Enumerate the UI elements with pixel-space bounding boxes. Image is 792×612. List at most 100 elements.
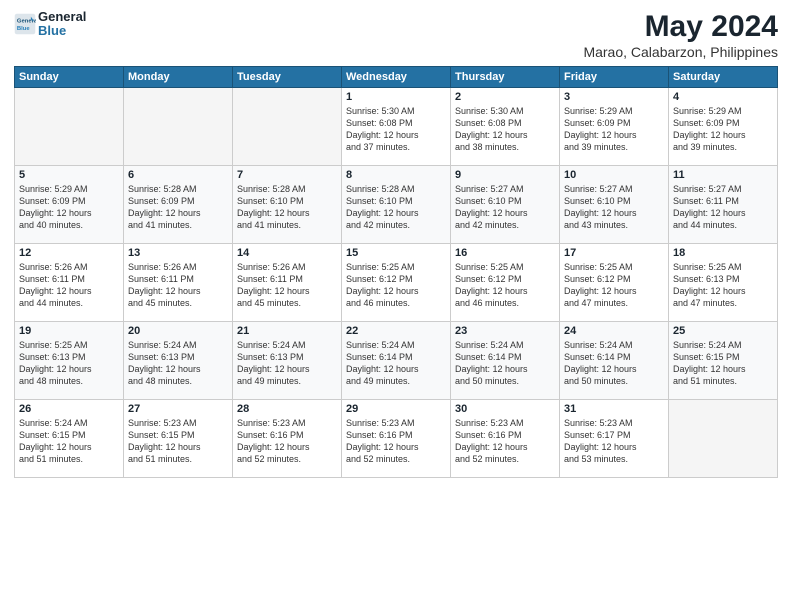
day-number: 16 — [455, 247, 555, 259]
calendar-cell: 6Sunrise: 5:28 AM Sunset: 6:09 PM Daylig… — [124, 166, 233, 244]
weekday-header: Tuesday — [233, 67, 342, 88]
day-number: 30 — [455, 403, 555, 415]
cell-details: Sunrise: 5:24 AM Sunset: 6:13 PM Dayligh… — [237, 339, 337, 388]
logo-wordmark: General Blue — [38, 10, 86, 39]
calendar-cell: 21Sunrise: 5:24 AM Sunset: 6:13 PM Dayli… — [233, 322, 342, 400]
cell-details: Sunrise: 5:28 AM Sunset: 6:09 PM Dayligh… — [128, 183, 228, 232]
calendar-cell: 3Sunrise: 5:29 AM Sunset: 6:09 PM Daylig… — [560, 88, 669, 166]
day-number: 7 — [237, 169, 337, 181]
cell-details: Sunrise: 5:28 AM Sunset: 6:10 PM Dayligh… — [346, 183, 446, 232]
day-number: 14 — [237, 247, 337, 259]
day-number: 19 — [19, 325, 119, 337]
calendar-header: SundayMondayTuesdayWednesdayThursdayFrid… — [15, 67, 778, 88]
calendar-cell: 22Sunrise: 5:24 AM Sunset: 6:14 PM Dayli… — [342, 322, 451, 400]
cell-details: Sunrise: 5:24 AM Sunset: 6:14 PM Dayligh… — [564, 339, 664, 388]
day-number: 23 — [455, 325, 555, 337]
day-number: 10 — [564, 169, 664, 181]
day-number: 13 — [128, 247, 228, 259]
cell-details: Sunrise: 5:23 AM Sunset: 6:16 PM Dayligh… — [237, 417, 337, 466]
day-number: 24 — [564, 325, 664, 337]
cell-details: Sunrise: 5:24 AM Sunset: 6:15 PM Dayligh… — [19, 417, 119, 466]
calendar-week-row: 1 Sunrise: 5:30 AM Sunset: 6:08 PM Daylig… — [15, 88, 778, 166]
logo-general: General — [38, 10, 86, 24]
cell-details: Sunrise: 5:28 AM Sunset: 6:10 PM Dayligh… — [237, 183, 337, 232]
weekday-header: Thursday — [451, 67, 560, 88]
day-number: 5 — [19, 169, 119, 181]
cell-details: Sunrise: 5:27 AM Sunset: 6:10 PM Dayligh… — [564, 183, 664, 232]
svg-text:General: General — [17, 19, 36, 25]
calendar-cell: 27 Sunrise: 5:23 AM Sunset: 6:15 PM Dayli… — [124, 400, 233, 478]
calendar-week-row: 26 Sunrise: 5:24 AM Sunset: 6:15 PM Dayli… — [15, 400, 778, 478]
cell-details: Sunrise: 5:25 AM Sunset: 6:12 PM Dayligh… — [455, 261, 555, 310]
calendar-cell — [233, 88, 342, 166]
weekday-header: Wednesday — [342, 67, 451, 88]
cell-details: Sunrise: 5:24 AM Sunset: 6:13 PM Dayligh… — [128, 339, 228, 388]
calendar-cell: 25 Sunrise: 5:24 AM Sunset: 6:15 PM Dayli… — [669, 322, 778, 400]
svg-text:Blue: Blue — [17, 26, 30, 32]
day-number: 8 — [346, 169, 446, 181]
calendar-cell: 16 Sunrise: 5:25 AM Sunset: 6:12 PM Dayli… — [451, 244, 560, 322]
calendar-cell: 14Sunrise: 5:26 AM Sunset: 6:11 PM Dayli… — [233, 244, 342, 322]
header: General Blue General Blue May 2024 Marao… — [14, 10, 778, 60]
day-number: 26 — [19, 403, 119, 415]
calendar-cell: 28 Sunrise: 5:23 AM Sunset: 6:16 PM Dayli… — [233, 400, 342, 478]
calendar-cell: 5 Sunrise: 5:29 AM Sunset: 6:09 PM Daylig… — [15, 166, 124, 244]
calendar-cell: 9Sunrise: 5:27 AM Sunset: 6:10 PM Daylig… — [451, 166, 560, 244]
cell-details: Sunrise: 5:24 AM Sunset: 6:15 PM Dayligh… — [673, 339, 773, 388]
logo-icon: General Blue — [14, 13, 36, 35]
weekday-header: Sunday — [15, 67, 124, 88]
logo-blue: Blue — [38, 24, 86, 38]
header-row: SundayMondayTuesdayWednesdayThursdayFrid… — [15, 67, 778, 88]
calendar-cell: 10 Sunrise: 5:27 AM Sunset: 6:10 PM Dayli… — [560, 166, 669, 244]
day-number: 12 — [19, 247, 119, 259]
cell-details: Sunrise: 5:25 AM Sunset: 6:13 PM Dayligh… — [673, 261, 773, 310]
weekday-header: Saturday — [669, 67, 778, 88]
calendar-cell: 20 Sunrise: 5:24 AM Sunset: 6:13 PM Dayli… — [124, 322, 233, 400]
weekday-header: Monday — [124, 67, 233, 88]
cell-details: Sunrise: 5:25 AM Sunset: 6:12 PM Dayligh… — [346, 261, 446, 310]
calendar-week-row: 12Sunrise: 5:26 AM Sunset: 6:11 PM Dayli… — [15, 244, 778, 322]
calendar-cell: 1Sunrise: 5:30 AM Sunset: 6:08 PM Daylig… — [342, 88, 451, 166]
day-number: 4 — [673, 91, 773, 103]
cell-details: Sunrise: 5:27 AM Sunset: 6:10 PM Dayligh… — [455, 183, 555, 232]
cell-details: Sunrise: 5:29 AM Sunset: 6:09 PM Dayligh… — [673, 105, 773, 154]
day-number: 25 — [673, 325, 773, 337]
calendar-week-row: 19 Sunrise: 5:25 AM Sunset: 6:13 PM Dayli… — [15, 322, 778, 400]
day-number: 3 — [564, 91, 664, 103]
cell-details: Sunrise: 5:25 AM Sunset: 6:12 PM Dayligh… — [564, 261, 664, 310]
calendar-cell — [15, 88, 124, 166]
day-number: 27 — [128, 403, 228, 415]
calendar-table: SundayMondayTuesdayWednesdayThursdayFrid… — [14, 66, 778, 478]
location: Marao, Calabarzon, Philippines — [583, 44, 778, 60]
day-number: 2 — [455, 91, 555, 103]
month-title: May 2024 — [583, 10, 778, 44]
calendar-cell: 23 Sunrise: 5:24 AM Sunset: 6:14 PM Dayli… — [451, 322, 560, 400]
calendar-cell — [669, 400, 778, 478]
day-number: 17 — [564, 247, 664, 259]
calendar-cell: 7 Sunrise: 5:28 AM Sunset: 6:10 PM Daylig… — [233, 166, 342, 244]
cell-details: Sunrise: 5:23 AM Sunset: 6:15 PM Dayligh… — [128, 417, 228, 466]
calendar-cell: 12Sunrise: 5:26 AM Sunset: 6:11 PM Dayli… — [15, 244, 124, 322]
calendar-body: 1 Sunrise: 5:30 AM Sunset: 6:08 PM Daylig… — [15, 88, 778, 478]
cell-details: Sunrise: 5:24 AM Sunset: 6:14 PM Dayligh… — [455, 339, 555, 388]
day-number: 18 — [673, 247, 773, 259]
calendar-cell: 11Sunrise: 5:27 AM Sunset: 6:11 PM Dayli… — [669, 166, 778, 244]
cell-details: Sunrise: 5:25 AM Sunset: 6:13 PM Dayligh… — [19, 339, 119, 388]
calendar-cell: 24 Sunrise: 5:24 AM Sunset: 6:14 PM Dayli… — [560, 322, 669, 400]
calendar-cell: 13Sunrise: 5:26 AM Sunset: 6:11 PM Dayli… — [124, 244, 233, 322]
day-number: 15 — [346, 247, 446, 259]
calendar-cell: 18 Sunrise: 5:25 AM Sunset: 6:13 PM Dayli… — [669, 244, 778, 322]
day-number: 11 — [673, 169, 773, 181]
title-area: May 2024 Marao, Calabarzon, Philippines — [583, 10, 778, 60]
calendar-week-row: 5 Sunrise: 5:29 AM Sunset: 6:09 PM Daylig… — [15, 166, 778, 244]
calendar-cell: 30Sunrise: 5:23 AM Sunset: 6:16 PM Dayli… — [451, 400, 560, 478]
day-number: 28 — [237, 403, 337, 415]
logo: General Blue General Blue — [14, 10, 86, 39]
day-number: 22 — [346, 325, 446, 337]
day-number: 20 — [128, 325, 228, 337]
cell-details: Sunrise: 5:29 AM Sunset: 6:09 PM Dayligh… — [19, 183, 119, 232]
cell-details: Sunrise: 5:30 AM Sunset: 6:08 PM Dayligh… — [455, 105, 555, 154]
calendar-cell — [124, 88, 233, 166]
day-number: 1 — [346, 91, 446, 103]
calendar-cell: 17 Sunrise: 5:25 AM Sunset: 6:12 PM Dayli… — [560, 244, 669, 322]
